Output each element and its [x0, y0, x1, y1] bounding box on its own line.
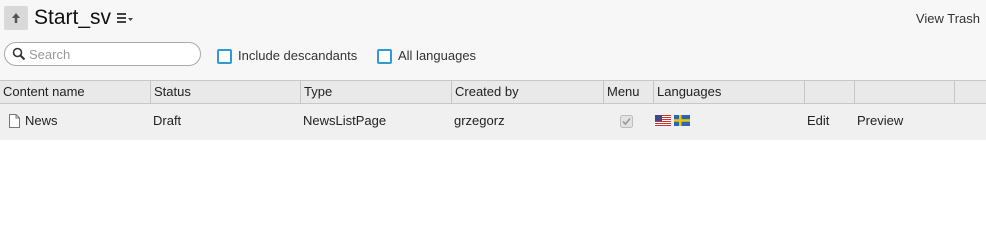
context-menu-icon: [117, 13, 133, 23]
column-header-blank-2: [854, 81, 954, 103]
column-header-created-by[interactable]: Created by: [451, 81, 603, 103]
page-icon: [9, 104, 23, 140]
status-cell: Draft: [153, 113, 182, 128]
include-descendants-label: Include descandants: [238, 48, 358, 63]
column-header-languages[interactable]: Languages: [653, 81, 804, 103]
search-icon: [12, 47, 26, 61]
column-header-blank-1: [804, 81, 854, 103]
created-by-cell: grzegorz: [454, 113, 505, 128]
edit-link[interactable]: Edit: [807, 104, 847, 140]
all-languages-checkbox[interactable]: [377, 49, 392, 64]
column-header-spacer: [954, 81, 986, 103]
context-menu-button[interactable]: [116, 11, 134, 25]
include-descendants-checkbox[interactable]: [217, 49, 232, 64]
table-row[interactable]: News Draft NewsListPage grzegorz Edit Pr…: [0, 104, 986, 140]
arrow-up-icon: [12, 13, 20, 23]
content-name-link[interactable]: News: [25, 104, 145, 140]
menu-checkbox: [620, 104, 636, 140]
type-cell: NewsListPage: [303, 113, 387, 128]
column-header-status[interactable]: Status: [150, 81, 300, 103]
view-trash-link[interactable]: View Trash: [916, 11, 980, 26]
column-header-type[interactable]: Type: [300, 81, 451, 103]
all-languages-label: All languages: [398, 48, 477, 63]
preview-link[interactable]: Preview: [857, 104, 937, 140]
go-up-button[interactable]: [4, 6, 28, 30]
sweden-flag-icon: [674, 115, 690, 126]
column-header-content-name[interactable]: Content name: [0, 81, 150, 103]
column-header-menu[interactable]: Menu: [603, 81, 653, 103]
toolbar: Start_sv View Trash Include descandants …: [0, 0, 986, 80]
page-title: Start_sv: [34, 6, 112, 29]
search-input[interactable]: [27, 45, 195, 63]
languages-cell: [655, 104, 695, 140]
grid-header: Content name Status Type Created by Menu…: [0, 80, 986, 104]
search-field[interactable]: [4, 42, 201, 66]
us-flag-icon: [655, 115, 671, 126]
